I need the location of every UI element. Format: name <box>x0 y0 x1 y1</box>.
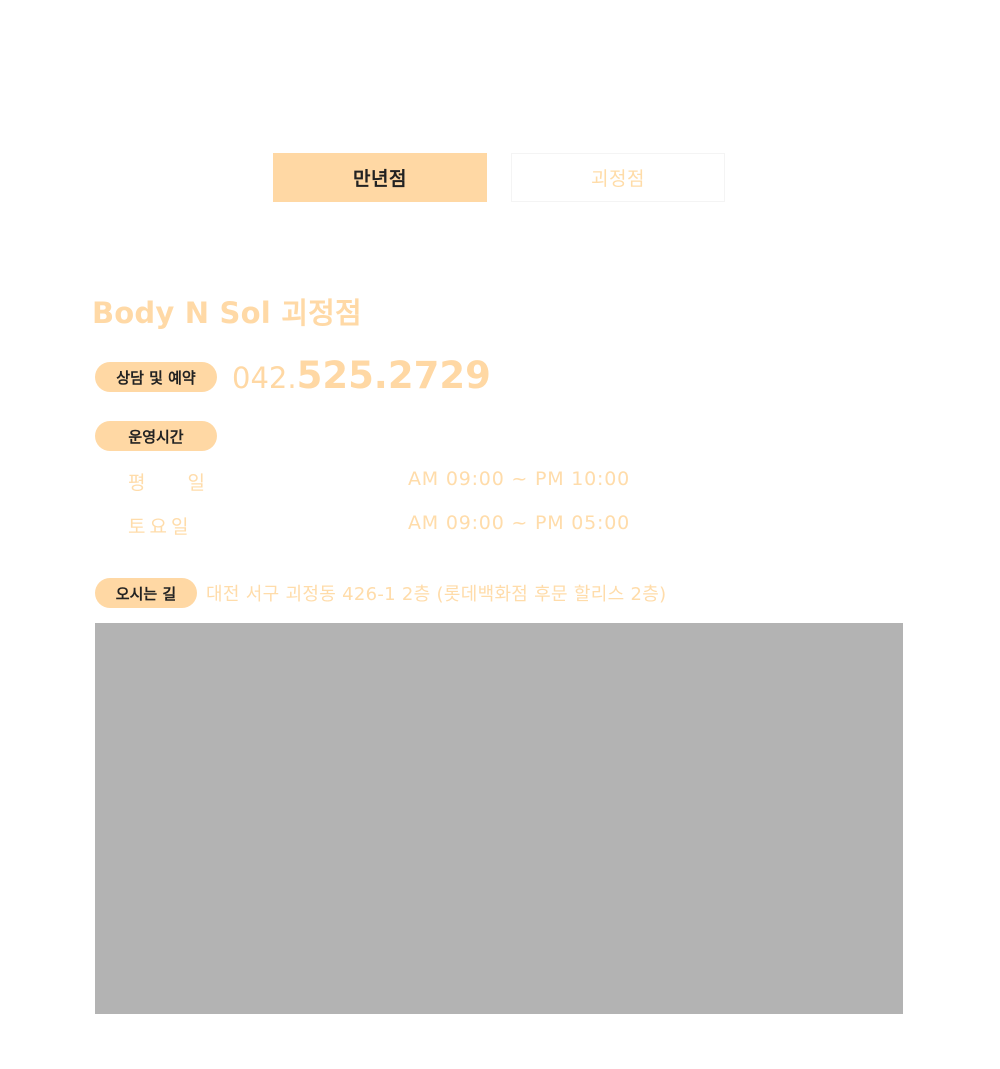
hours-day-label: 평 일 <box>128 472 223 494</box>
hours-badge: 운영시간 <box>95 421 217 451</box>
directions-badge: 오시는 길 <box>95 578 197 608</box>
contact-badge: 상담 및 예약 <box>95 362 217 392</box>
phone-main: 525.2729 <box>296 354 491 397</box>
phone-prefix: 042. <box>232 361 297 395</box>
address-text: 대전 서구 괴정동 426-1 2층 (롯데백화점 후문 할리스 2층) <box>206 584 667 605</box>
tab-mannyeon[interactable]: 만년점 <box>273 153 487 202</box>
phone-number[interactable]: 042.525.2729 <box>232 352 491 407</box>
branch-title: Body N Sol 괴정점 <box>92 296 362 330</box>
hours-day-label: 토요일 <box>128 516 193 538</box>
map-area[interactable] <box>95 623 903 1014</box>
tab-goejeong[interactable]: 괴정점 <box>511 153 725 202</box>
hours-row-weekday: 평 일 AM 09:00 ~ PM 10:00 <box>128 468 648 494</box>
branch-tabs: 만년점 괴정점 <box>273 153 726 203</box>
hours-row-saturday: 토요일 AM 09:00 ~ PM 05:00 <box>128 512 648 538</box>
hours-time-value: AM 09:00 ~ PM 05:00 <box>408 512 631 534</box>
hours-time-value: AM 09:00 ~ PM 10:00 <box>408 468 631 490</box>
